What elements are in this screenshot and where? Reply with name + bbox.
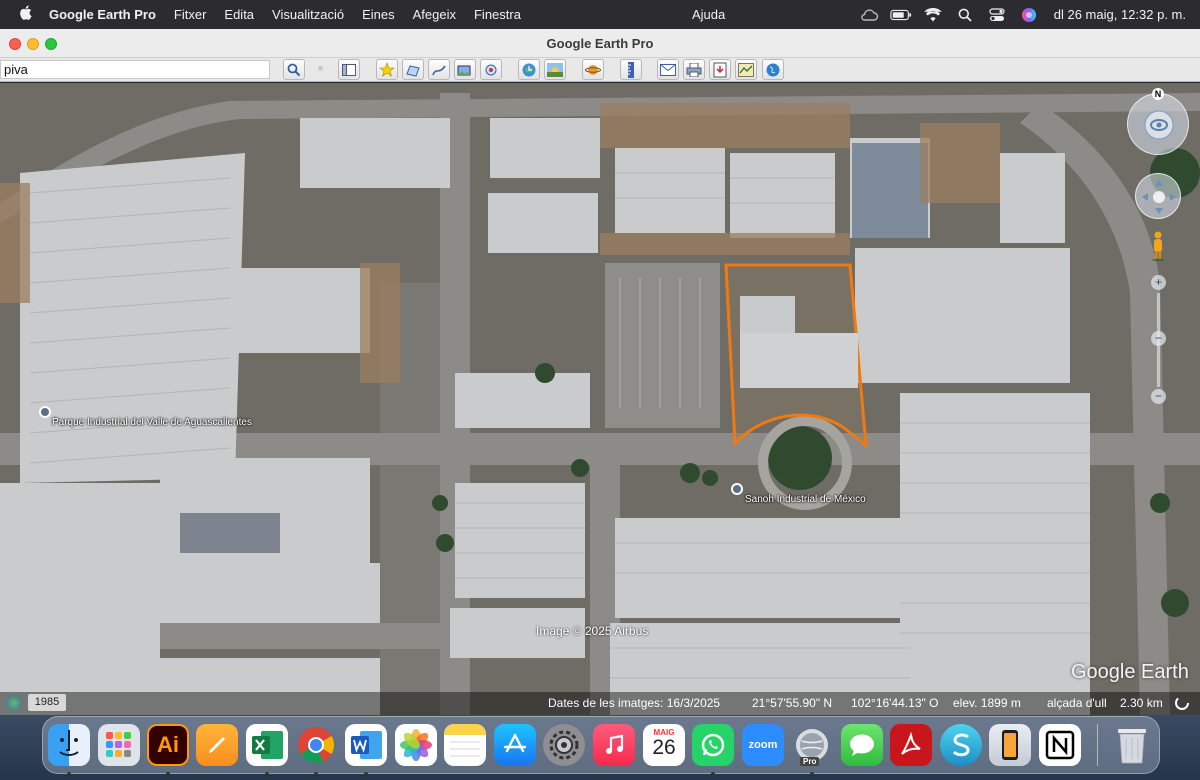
historical-year-badge[interactable]: 1985 bbox=[28, 694, 66, 711]
chrome-icon[interactable] bbox=[295, 724, 337, 766]
illustrator-icon[interactable]: Ai bbox=[147, 724, 189, 766]
add-polygon-button[interactable] bbox=[402, 59, 424, 80]
view-in-maps-button[interactable] bbox=[735, 59, 757, 80]
north-indicator[interactable]: N bbox=[1152, 88, 1164, 100]
s-app-icon[interactable] bbox=[940, 724, 982, 766]
place-label-park[interactable]: Parque Industrial del Valle de Aguascali… bbox=[52, 417, 252, 428]
status-area: dl 26 maig, 12:32 p. m. bbox=[858, 0, 1200, 29]
running-indicator bbox=[364, 772, 368, 776]
app-menu[interactable]: Google Earth Pro bbox=[49, 7, 156, 22]
sidebar-toggle-button[interactable] bbox=[338, 59, 360, 80]
illustrator-label: Ai bbox=[157, 732, 179, 757]
whatsapp-icon[interactable] bbox=[692, 724, 734, 766]
menu-tools[interactable]: Eines bbox=[362, 7, 395, 22]
menu-window[interactable]: Finestra bbox=[474, 7, 521, 22]
iphone-mirroring-icon[interactable] bbox=[989, 724, 1031, 766]
running-indicator bbox=[810, 772, 814, 776]
control-center-icon[interactable] bbox=[986, 7, 1008, 23]
calendar-icon[interactable]: MAIG 26 bbox=[643, 724, 685, 766]
satellite-imagery[interactable] bbox=[0, 83, 1200, 715]
menu-add[interactable]: Afegeix bbox=[413, 7, 456, 22]
separator-dot-icon bbox=[318, 66, 323, 71]
running-indicator bbox=[265, 772, 269, 776]
battery-icon[interactable] bbox=[890, 7, 912, 23]
clock[interactable]: dl 26 maig, 12:32 p. m. bbox=[1054, 7, 1186, 22]
spotlight-search-icon[interactable] bbox=[954, 7, 976, 23]
status-bar: 1985 Dates de les imatges: 16/3/2025 21°… bbox=[0, 692, 1200, 715]
globe-icon bbox=[6, 695, 22, 711]
email-button[interactable] bbox=[657, 59, 679, 80]
ruler-button[interactable] bbox=[620, 59, 642, 80]
pages-icon[interactable] bbox=[196, 724, 238, 766]
wifi-icon[interactable] bbox=[922, 7, 944, 23]
street-view-pegman-icon[interactable] bbox=[1151, 231, 1165, 262]
notes-icon[interactable] bbox=[444, 724, 486, 766]
menu-edit[interactable]: Edita bbox=[224, 7, 254, 22]
place-pin-icon[interactable] bbox=[731, 483, 743, 495]
sunlight-button[interactable] bbox=[544, 59, 566, 80]
running-indicator bbox=[711, 772, 715, 776]
earth-view-button[interactable] bbox=[762, 59, 784, 80]
trash-icon[interactable] bbox=[1111, 724, 1153, 766]
music-icon[interactable] bbox=[593, 724, 635, 766]
running-indicator bbox=[67, 772, 71, 776]
calendar-day: 26 bbox=[652, 736, 676, 759]
search-button[interactable] bbox=[283, 59, 305, 80]
photos-icon[interactable] bbox=[395, 724, 437, 766]
word-icon[interactable] bbox=[345, 724, 387, 766]
pan-control[interactable] bbox=[1135, 173, 1181, 219]
acrobat-icon[interactable] bbox=[890, 724, 932, 766]
place-label-company[interactable]: Sanoh Industrial de México bbox=[745, 494, 866, 505]
running-indicator bbox=[166, 772, 170, 776]
record-tour-button[interactable] bbox=[480, 59, 502, 80]
zoom-icon[interactable]: zoom bbox=[742, 724, 784, 766]
add-placemark-button[interactable] bbox=[376, 59, 398, 80]
eye-altitude-label: alçada d'ull bbox=[1047, 696, 1107, 710]
ge-pro-label: Pro bbox=[800, 757, 820, 766]
excel-icon[interactable] bbox=[246, 724, 288, 766]
imagery-credit: Image © 2025 Airbus bbox=[536, 624, 649, 638]
menu-view[interactable]: Visualització bbox=[272, 7, 344, 22]
notion-icon[interactable] bbox=[1039, 724, 1081, 766]
zoom-out-button[interactable]: − bbox=[1151, 389, 1166, 404]
zoom-slider-thumb[interactable]: − bbox=[1151, 331, 1166, 346]
add-path-button[interactable] bbox=[428, 59, 450, 80]
elevation: elev. 1899 m bbox=[953, 696, 1021, 710]
window-title: Google Earth Pro bbox=[546, 36, 654, 51]
place-pin-icon[interactable] bbox=[39, 406, 51, 418]
imagery-date: Dates de les imatges: 16/3/2025 bbox=[548, 696, 721, 710]
menu-file[interactable]: Fitxer bbox=[174, 7, 207, 22]
save-image-button[interactable] bbox=[709, 59, 731, 80]
longitude: 102°16'44.13" O bbox=[851, 696, 939, 710]
siri-icon[interactable] bbox=[1018, 7, 1040, 23]
search-input[interactable]: piva bbox=[0, 60, 270, 79]
messages-icon[interactable] bbox=[841, 724, 883, 766]
latitude: 21°57'55.90" N bbox=[752, 696, 833, 710]
google-earth-logo: Google Earth bbox=[1071, 661, 1189, 683]
zoom-label: zoom bbox=[748, 739, 778, 751]
cloud-icon[interactable] bbox=[858, 7, 880, 23]
add-image-overlay-button[interactable] bbox=[454, 59, 476, 80]
planets-button[interactable] bbox=[582, 59, 604, 80]
look-around-compass[interactable] bbox=[1127, 93, 1189, 155]
app-store-icon[interactable] bbox=[494, 724, 536, 766]
dock-separator bbox=[1097, 724, 1098, 766]
system-settings-icon[interactable] bbox=[543, 724, 585, 766]
print-button[interactable] bbox=[683, 59, 705, 80]
menu-bar: Google Earth Pro Fitxer Edita Visualitza… bbox=[0, 0, 1200, 29]
apple-menu-icon[interactable] bbox=[17, 5, 33, 24]
zoom-in-button[interactable]: + bbox=[1151, 275, 1166, 290]
finder-icon[interactable] bbox=[48, 724, 90, 766]
launchpad-icon[interactable] bbox=[98, 724, 140, 766]
window-titlebar: Google Earth Pro bbox=[0, 29, 1200, 58]
eye-altitude-value: 2.30 km bbox=[1120, 696, 1163, 710]
map-view[interactable]: Parque Industrial del Valle de Aguascali… bbox=[0, 83, 1200, 715]
historical-imagery-button[interactable] bbox=[518, 59, 540, 80]
toolbar: piva bbox=[0, 58, 1200, 82]
running-indicator bbox=[314, 772, 318, 776]
google-earth-pro-icon[interactable]: Pro bbox=[791, 724, 833, 766]
menu-help[interactable]: Ajuda bbox=[692, 7, 725, 22]
loading-spinner-icon bbox=[1174, 695, 1190, 714]
